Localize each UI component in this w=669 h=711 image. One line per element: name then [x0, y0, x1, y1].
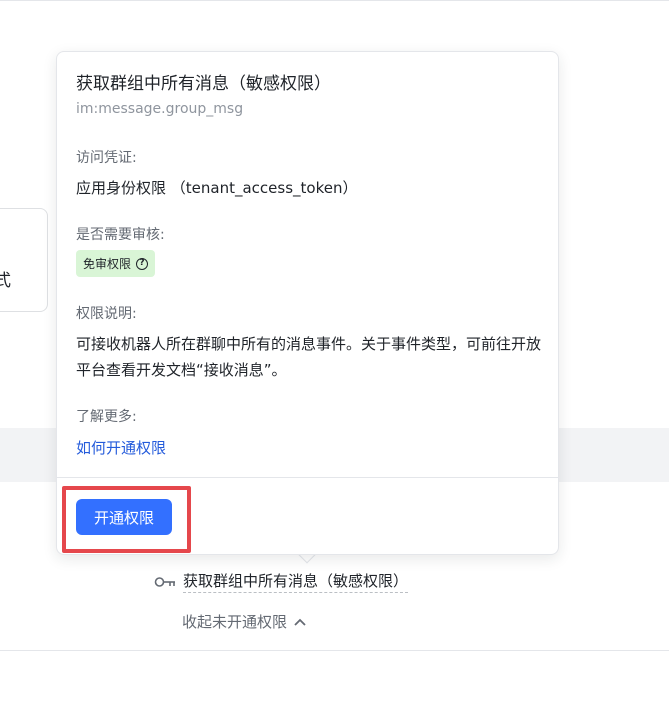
permission-title: 获取群组中所有消息（敏感权限）	[76, 74, 331, 94]
popover-footer-divider	[57, 477, 558, 478]
key-icon	[154, 576, 175, 587]
help-circle-icon[interactable]: ?	[136, 257, 149, 270]
credential-value: 应用身份权限 （tenant_access_token）	[76, 179, 358, 197]
permission-detail-popover: 获取群组中所有消息（敏感权限） im:message.group_msg 访问凭…	[56, 51, 559, 555]
background-card-text: 式	[0, 271, 11, 291]
review-label: 是否需要审核:	[76, 227, 165, 243]
review-badge-label: 免审权限	[83, 257, 132, 271]
permission-item-label: 获取群组中所有消息（敏感权限）	[183, 570, 409, 593]
review-status-badge: 免审权限 ?	[76, 250, 156, 277]
collapse-label: 收起未开通权限	[182, 613, 288, 631]
permission-description: 可接收机器人所在群聊中所有的消息事件。关于事件类型，可前往开放平台查看开发文档“…	[76, 335, 542, 379]
permission-list-item[interactable]: 获取群组中所有消息（敏感权限）	[154, 570, 409, 593]
background-option-card[interactable]	[0, 208, 48, 312]
top-divider	[0, 0, 669, 1]
description-label: 权限说明:	[76, 306, 137, 322]
credential-label: 访问凭证:	[76, 150, 137, 166]
collapse-unenabled-toggle[interactable]: 收起未开通权限	[182, 611, 307, 632]
learn-more-label: 了解更多:	[76, 409, 137, 425]
how-to-enable-link[interactable]: 如何开通权限	[76, 437, 166, 458]
bottom-divider	[0, 650, 669, 651]
permission-code: im:message.group_msg	[76, 101, 244, 117]
enable-permission-button[interactable]: 开通权限	[76, 499, 172, 535]
chevron-up-icon	[294, 618, 306, 626]
